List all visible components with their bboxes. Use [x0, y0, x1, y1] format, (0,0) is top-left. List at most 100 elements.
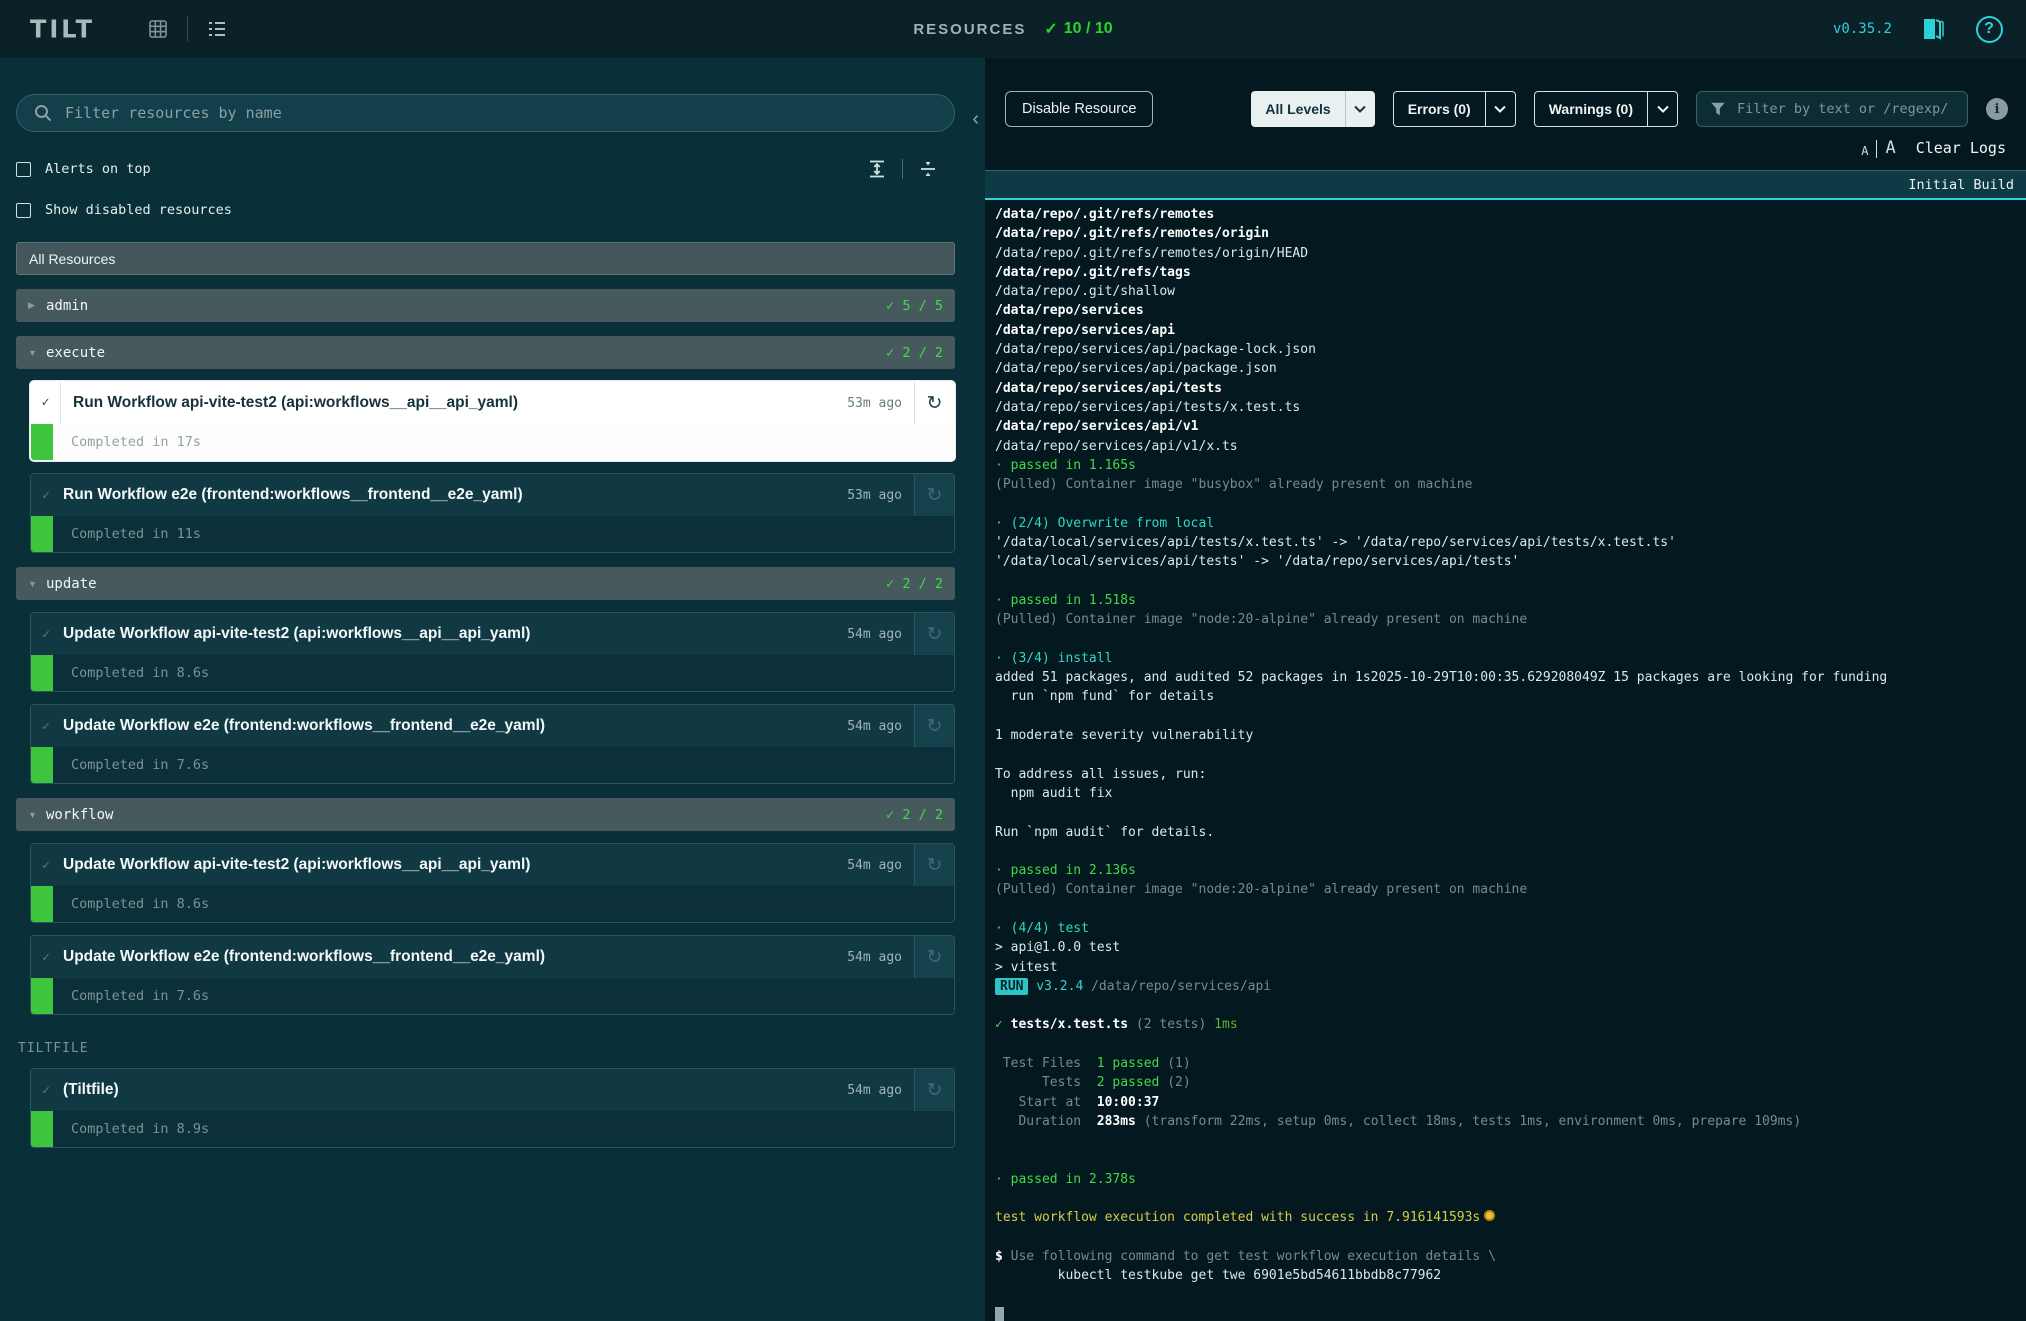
font-size-controls[interactable]: A A — [1861, 138, 1895, 158]
log-line: /data/repo/.git/refs/remotes/origin — [995, 224, 2026, 243]
log-line: · (4/4) test — [995, 919, 2026, 938]
all-resources-button[interactable]: All Resources — [16, 242, 955, 275]
errors-dropdown[interactable]: Errors (0) — [1393, 91, 1516, 127]
chevron-down-icon — [1485, 92, 1515, 126]
check-icon: ✓ — [1044, 19, 1057, 39]
trigger-update-button[interactable]: ↻ — [914, 382, 954, 424]
run-badge: RUN — [995, 978, 1028, 995]
sidebar-collapse-chevron[interactable]: ‹ — [972, 108, 979, 131]
resource-item-name: Update Workflow e2e (frontend:workflows_… — [61, 948, 847, 966]
log-line: /data/repo/.git/refs/tags — [995, 263, 2026, 282]
resource-item-status: Completed in 7.6s — [71, 988, 209, 1004]
check-icon: ✓ — [31, 382, 61, 424]
log-segment: (2 tests) — [1128, 1017, 1206, 1032]
expand-all-button[interactable] — [862, 154, 892, 184]
resource-item-time: 54m ago — [847, 627, 902, 642]
log-segment: (1) — [1159, 1056, 1190, 1071]
log-line — [995, 1228, 2026, 1247]
log-line: Run `npm audit` for details. — [995, 823, 2026, 842]
resource-search[interactable] — [16, 94, 955, 132]
log-line: /data/repo/services/api/v1/x.ts — [995, 437, 2026, 456]
log-line — [995, 996, 2026, 1015]
alerts-on-top-checkbox[interactable] — [16, 162, 31, 177]
font-smaller-button[interactable]: A — [1861, 144, 1868, 158]
trigger-update-button[interactable]: ↻ — [914, 474, 954, 516]
warnings-dropdown[interactable]: Warnings (0) — [1534, 91, 1678, 127]
log-segment: /data/repo/services/api/tests — [995, 381, 1222, 396]
group-count: ✓ 2 / 2 — [886, 807, 943, 823]
group-count: ✓ 5 / 5 — [886, 298, 943, 314]
resource-item-name: Run Workflow e2e (frontend:workflows__fr… — [61, 486, 847, 504]
group-header-update[interactable]: ▼update✓ 2 / 2 — [16, 567, 955, 600]
log-line: /data/repo/.git/refs/remotes/origin/HEAD — [995, 244, 2026, 263]
log-segment: /data/repo/services/api — [995, 323, 1175, 338]
check-icon: ✓ — [31, 627, 61, 642]
trigger-update-button[interactable]: ↻ — [914, 613, 954, 655]
status-color-bar — [31, 1111, 53, 1147]
trigger-update-button[interactable]: ↻ — [914, 936, 954, 978]
log-segment: To address all issues, run: — [995, 767, 1206, 782]
group-header-admin[interactable]: ▶admin✓ 5 / 5 — [16, 289, 955, 322]
log-segment: · (2/4) Overwrite from local — [995, 516, 1214, 531]
resource-item-title-row: ✓Update Workflow e2e (frontend:workflows… — [31, 705, 954, 747]
log-segment: /data/repo/services/api/package.json — [995, 361, 1277, 376]
resource-item-status-row: Completed in 8.9s — [31, 1111, 954, 1147]
list-view-button[interactable] — [202, 14, 232, 44]
resource-groups: ▶admin✓ 5 / 5▼execute✓ 2 / 2✓Run Workflo… — [16, 289, 955, 1015]
resource-item-status: Completed in 11s — [71, 526, 201, 542]
resource-item[interactable]: ✓Update Workflow e2e (frontend:workflows… — [30, 935, 955, 1015]
sort-divider — [902, 159, 903, 179]
top-bar: TILT RESOURCES ✓ 10 / 10 — [0, 0, 2026, 58]
log-line — [995, 1035, 2026, 1054]
log-filter-input[interactable] — [1737, 101, 1955, 117]
status-color-bar — [31, 747, 53, 783]
resource-search-input[interactable] — [65, 104, 938, 122]
resource-item-title-row: ✓Update Workflow e2e (frontend:workflows… — [31, 936, 954, 978]
collapse-all-button[interactable] — [913, 154, 943, 184]
check-icon: ✓ — [31, 488, 61, 503]
resource-item[interactable]: ✓Update Workflow api-vite-test2 (api:wor… — [30, 612, 955, 692]
log-line — [995, 630, 2026, 649]
info-icon[interactable]: i — [1986, 98, 2008, 120]
group-header-execute[interactable]: ▼execute✓ 2 / 2 — [16, 336, 955, 369]
funnel-icon — [1709, 100, 1727, 118]
docs-button[interactable] — [1918, 14, 1948, 44]
resource-item[interactable]: ✓(Tiltfile)54m ago↻Completed in 8.9s — [30, 1068, 955, 1148]
log-line — [995, 900, 2026, 919]
alerts-on-top-label: Alerts on top — [45, 161, 151, 177]
log-line: added 51 packages, and audited 52 packag… — [995, 668, 2026, 687]
show-disabled-checkbox[interactable] — [16, 203, 31, 218]
log-segment: v3.2.4 — [1028, 979, 1091, 994]
resource-item[interactable]: ✓Run Workflow e2e (frontend:workflows__f… — [30, 473, 955, 553]
log-line: kubectl testkube get twe 6901e5bd54611bb… — [995, 1266, 2026, 1285]
disable-resource-button[interactable]: Disable Resource — [1005, 91, 1153, 127]
font-larger-button[interactable]: A — [1885, 138, 1895, 158]
log-line: Start at 10:00:37 — [995, 1093, 2026, 1112]
log-line — [995, 803, 2026, 822]
group-header-workflow[interactable]: ▼workflow✓ 2 / 2 — [16, 798, 955, 831]
book-icon — [1920, 16, 1946, 42]
trigger-update-button[interactable]: ↻ — [914, 705, 954, 747]
resource-item[interactable]: ✓Update Workflow e2e (frontend:workflows… — [30, 704, 955, 784]
triangle-down-icon: ▼ — [28, 810, 46, 820]
status-color-bar — [31, 978, 53, 1014]
log-filter[interactable] — [1696, 91, 1968, 127]
clear-logs-button[interactable]: Clear Logs — [1916, 139, 2006, 157]
tiltfile-section-label: TILTFILE — [18, 1041, 955, 1056]
resource-item[interactable]: ✓Update Workflow api-vite-test2 (api:wor… — [30, 843, 955, 923]
log-segment: /data/repo/.git/shallow — [995, 284, 1175, 299]
log-segment: /data/repo/services/api/v1/x.ts — [995, 439, 1238, 454]
log-line: /data/repo/services/api/package-lock.jso… — [995, 340, 2026, 359]
list-view-icon — [205, 17, 229, 41]
log-output[interactable]: /data/repo/.git/refs/remotes/data/repo/.… — [985, 200, 2026, 1321]
help-button[interactable]: ? — [1974, 14, 2004, 44]
log-line: · passed in 2.378s — [995, 1170, 2026, 1189]
resource-item[interactable]: ✓Run Workflow api-vite-test2 (api:workfl… — [30, 381, 955, 461]
trigger-update-button[interactable]: ↻ — [914, 1069, 954, 1111]
trigger-update-button[interactable]: ↻ — [914, 844, 954, 886]
build-header-bar: Initial Build — [985, 170, 2026, 200]
grid-view-button[interactable] — [143, 14, 173, 44]
log-segment: /data/repo/.git/refs/tags — [995, 265, 1191, 280]
log-level-dropdown[interactable]: All Levels — [1251, 91, 1374, 127]
log-segment: 10:00:37 — [1097, 1095, 1160, 1110]
